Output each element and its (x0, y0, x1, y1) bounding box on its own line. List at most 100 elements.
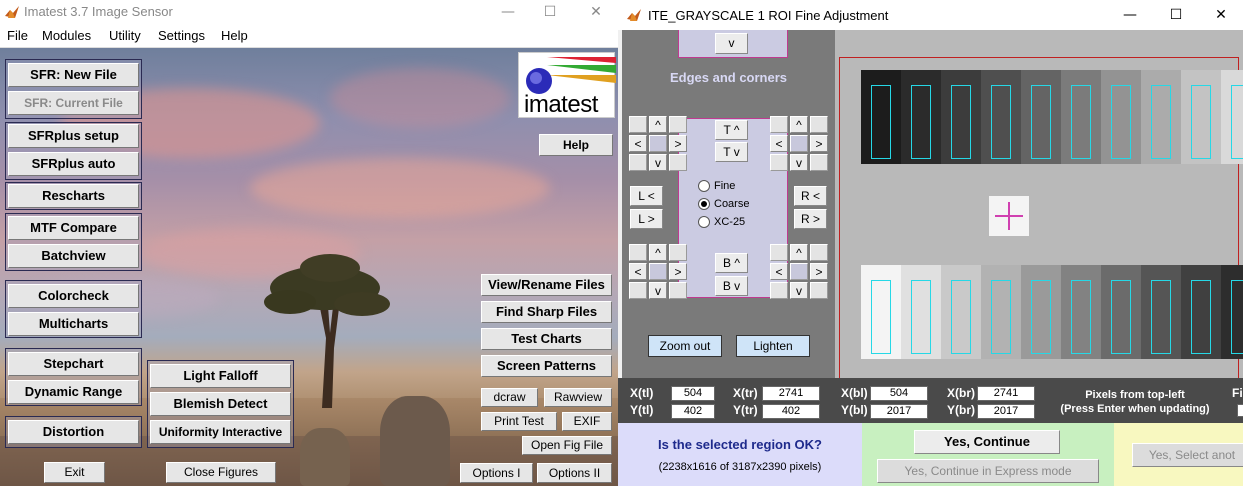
maximize-icon[interactable]: ☐ (540, 2, 560, 22)
uniformity-interactive-button[interactable]: Uniformity Interactive (150, 420, 291, 444)
blemish-detect-button[interactable]: Blemish Detect (150, 392, 291, 416)
left-edge-right-button[interactable]: L > (630, 209, 663, 229)
lighten-button[interactable]: Lighten (736, 335, 810, 357)
close-icon[interactable]: ✕ (1211, 5, 1231, 25)
tl-up-button[interactable]: ^ (649, 116, 667, 133)
bl-right-button[interactable]: > (669, 263, 687, 280)
maximize-icon[interactable]: ☐ (1166, 5, 1186, 25)
ybl-field[interactable]: 2017 (870, 404, 928, 419)
br-right-button[interactable]: > (810, 263, 828, 280)
center-marker[interactable] (989, 196, 1029, 236)
exif-button[interactable]: EXIF (562, 412, 612, 431)
menu-file[interactable]: File (7, 28, 28, 43)
bottom-row-roi-box[interactable] (1071, 280, 1091, 354)
tr-left-button[interactable]: < (770, 135, 788, 152)
stepchart-button[interactable]: Stepchart (8, 352, 139, 376)
br-left-button[interactable]: < (770, 263, 788, 280)
zoom-out-button[interactable]: Zoom out (648, 335, 722, 357)
chart-image-view[interactable] (835, 30, 1243, 378)
bl-left-button[interactable]: < (629, 263, 647, 280)
radio-xc25[interactable]: XC-25 (698, 216, 745, 229)
yes-continue-button[interactable]: Yes, Continue (914, 430, 1060, 454)
top-row-roi-box[interactable] (1031, 85, 1051, 159)
right-edge-left-button[interactable]: R < (794, 186, 827, 206)
light-falloff-button[interactable]: Light Falloff (150, 364, 291, 388)
right-edge-right-button[interactable]: R > (794, 209, 827, 229)
bottom-row-roi-box[interactable] (1151, 280, 1171, 354)
dynamic-range-button[interactable]: Dynamic Range (8, 380, 139, 404)
bottom-row-roi-box[interactable] (911, 280, 931, 354)
bottom-edge-up-button[interactable]: B ^ (715, 253, 748, 273)
options-1-button[interactable]: Options I (460, 463, 533, 483)
top-row-roi-box[interactable] (1191, 85, 1211, 159)
xtr-field[interactable]: 2741 (762, 386, 820, 401)
distortion-button[interactable]: Distortion (8, 420, 139, 444)
left-edge-left-button[interactable]: L < (630, 186, 663, 206)
xbr-field[interactable]: 2741 (977, 386, 1035, 401)
multicharts-button[interactable]: Multicharts (8, 312, 139, 336)
menu-utility[interactable]: Utility (109, 28, 141, 43)
open-fig-file-button[interactable]: Open Fig File (522, 436, 612, 455)
radio-fine[interactable]: Fine (698, 180, 735, 193)
xbl-field[interactable]: 504 (870, 386, 928, 401)
bottom-row-roi-box[interactable] (951, 280, 971, 354)
bottom-row-roi-box[interactable] (1111, 280, 1131, 354)
top-row-roi-box[interactable] (1151, 85, 1171, 159)
bottom-edge-down-button[interactable]: B v (715, 276, 748, 296)
br-up-button[interactable]: ^ (790, 244, 808, 261)
sfr-current-file-button[interactable]: SFR: Current File (8, 91, 139, 115)
tr-up-button[interactable]: ^ (790, 116, 808, 133)
ybr-field[interactable]: 2017 (977, 404, 1035, 419)
br-down-button[interactable]: v (790, 282, 808, 299)
colorcheck-button[interactable]: Colorcheck (8, 284, 139, 308)
help-button[interactable]: Help (539, 134, 613, 156)
sfrplus-auto-button[interactable]: SFRplus auto (8, 152, 139, 176)
find-sharp-files-button[interactable]: Find Sharp Files (481, 301, 612, 323)
top-row-roi-box[interactable] (911, 85, 931, 159)
xtl-field[interactable]: 504 (671, 386, 715, 401)
radio-coarse[interactable]: Coarse (698, 198, 749, 211)
top-row-roi-box[interactable] (951, 85, 971, 159)
minimize-icon[interactable]: — (1120, 5, 1140, 25)
bottom-row-roi-box[interactable] (1231, 280, 1243, 354)
sfr-new-file-button[interactable]: SFR: New File (8, 63, 139, 87)
yes-continue-express-button[interactable]: Yes, Continue in Express mode (877, 459, 1099, 483)
top-edge-down-button[interactable]: T v (715, 142, 748, 162)
sfrplus-setup-button[interactable]: SFRplus setup (8, 124, 139, 148)
top-row-roi-box[interactable] (1071, 85, 1091, 159)
minimize-icon[interactable]: — (498, 2, 518, 22)
tl-right-button[interactable]: > (669, 135, 687, 152)
close-icon[interactable]: ✕ (586, 2, 606, 22)
bottom-row-roi-box[interactable] (871, 280, 891, 354)
bl-down-button[interactable]: v (649, 282, 667, 299)
view-rename-files-button[interactable]: View/Rename Files (481, 274, 612, 296)
ytr-field[interactable]: 402 (762, 404, 820, 419)
tr-right-button[interactable]: > (810, 135, 828, 152)
print-test-button[interactable]: Print Test (481, 412, 557, 431)
bl-up-button[interactable]: ^ (649, 244, 667, 261)
options-2-button[interactable]: Options II (537, 463, 612, 483)
dcraw-button[interactable]: dcraw (481, 388, 538, 407)
exit-button[interactable]: Exit (44, 462, 105, 483)
top-row-roi-box[interactable] (991, 85, 1011, 159)
menu-settings[interactable]: Settings (158, 28, 205, 43)
bottom-row-roi-box[interactable] (991, 280, 1011, 354)
top-row-roi-box[interactable] (1111, 85, 1131, 159)
top-down-button[interactable]: v (715, 33, 748, 54)
close-figures-button[interactable]: Close Figures (166, 462, 276, 483)
menu-help[interactable]: Help (221, 28, 248, 43)
rescharts-button[interactable]: Rescharts (8, 184, 139, 208)
tr-down-button[interactable]: v (790, 154, 808, 171)
bottom-row-roi-box[interactable] (1191, 280, 1211, 354)
rawview-button[interactable]: Rawview (544, 388, 612, 407)
menu-modules[interactable]: Modules (42, 28, 91, 43)
bottom-row-roi-box[interactable] (1031, 280, 1051, 354)
batchview-button[interactable]: Batchview (8, 244, 139, 268)
yes-select-another-button[interactable]: Yes, Select anot (1132, 443, 1243, 467)
fixed-checkbox[interactable] (1237, 404, 1243, 417)
top-row-roi-box[interactable] (1231, 85, 1243, 159)
ytl-field[interactable]: 402 (671, 404, 715, 419)
tl-left-button[interactable]: < (629, 135, 647, 152)
top-row-roi-box[interactable] (871, 85, 891, 159)
top-edge-up-button[interactable]: T ^ (715, 120, 748, 140)
